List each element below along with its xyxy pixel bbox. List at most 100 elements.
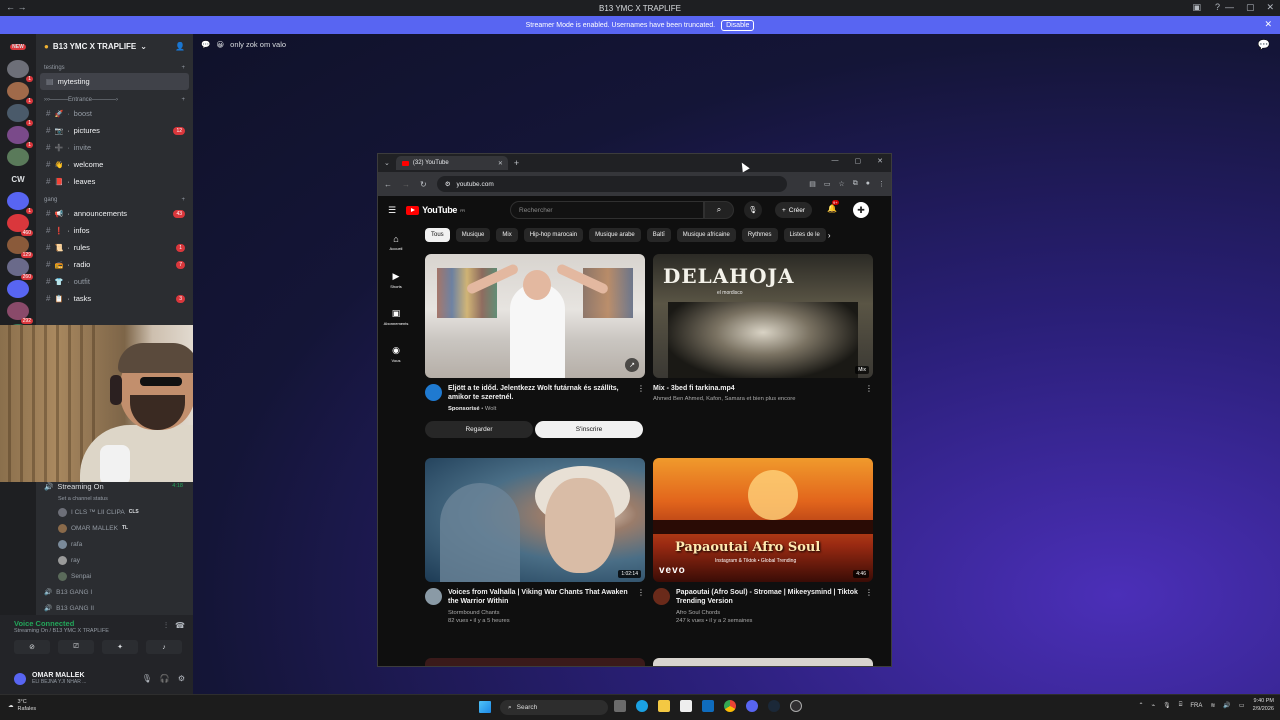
more-options-icon[interactable]: ⋮: [865, 588, 873, 597]
close-button[interactable]: ✕: [1266, 2, 1274, 13]
voice-member[interactable]: OMAR MALLEK TL: [44, 520, 193, 536]
back-arrow-icon[interactable]: ← →: [6, 2, 27, 12]
server-header[interactable]: ● B13 YMC X TRAPLIFE ⌄ 👤: [36, 34, 193, 58]
search-input[interactable]: Rechercher: [510, 201, 704, 219]
server-icon[interactable]: 1: [7, 82, 33, 104]
channel-category[interactable]: ›››———Entrance————› +: [36, 90, 193, 105]
browser-close-button[interactable]: ✕: [877, 157, 883, 165]
video-title[interactable]: Mix - 3bed fi tarkina.mp4: [653, 384, 835, 393]
voice-channel-status[interactable]: Set a channel status: [44, 494, 193, 504]
network-icon[interactable]: ⌸: [1179, 702, 1183, 709]
video-card[interactable]: 1:02:14 Voices from Valhalla | Viking Wa…: [425, 458, 645, 625]
video-title[interactable]: Voices from Valhalla | Viking War Chants…: [448, 588, 630, 607]
add-member-icon[interactable]: 👤: [175, 42, 185, 51]
forward-icon[interactable]: →: [402, 180, 410, 189]
language-indicator[interactable]: FRA: [1190, 703, 1202, 709]
filter-chip[interactable]: Mix: [496, 228, 518, 242]
search-icon[interactable]: ⌕: [704, 201, 734, 219]
filter-chip[interactable]: Listes de le: [783, 228, 826, 242]
clock[interactable]: 9:40 PM 2/9/2026: [1253, 698, 1274, 713]
create-button[interactable]: + Créer: [775, 202, 813, 218]
guide-item[interactable]: ⌂ Accueil: [378, 224, 414, 261]
filter-chip[interactable]: Tous: [425, 228, 450, 242]
video-off-button[interactable]: ⊘: [14, 640, 50, 654]
video-thumbnail-partial[interactable]: [653, 658, 873, 666]
avatar[interactable]: [14, 672, 26, 685]
channel-item[interactable]: ▤ mytesting: [40, 73, 189, 90]
filter-chip[interactable]: Musique africaine: [676, 228, 736, 242]
server-icon[interactable]: 1: [7, 126, 33, 148]
reload-icon[interactable]: ↻: [420, 180, 427, 189]
browser-minimize-button[interactable]: —: [832, 157, 839, 165]
voice-search-icon[interactable]: 🎙: [744, 201, 762, 219]
channel-avatar[interactable]: [653, 588, 670, 605]
voice-member[interactable]: ray: [44, 552, 193, 568]
discord-icon[interactable]: [746, 700, 758, 712]
edge-icon[interactable]: [636, 700, 648, 712]
extensions-icon[interactable]: ⧉: [853, 180, 858, 188]
video-thumbnail[interactable]: Papaoutai Afro Soul Instagram & Tiktok •…: [653, 458, 873, 582]
site-info-icon[interactable]: ⚙: [445, 180, 451, 188]
video-channel[interactable]: Stormbound Chants: [448, 609, 630, 617]
threads-icon[interactable]: 💬: [1258, 40, 1270, 51]
hamburger-menu-icon[interactable]: ☰: [388, 205, 396, 216]
chevron-right-icon[interactable]: ›: [828, 231, 831, 240]
inbox-icon[interactable]: ▣: [1192, 2, 1201, 13]
volume-icon[interactable]: 🔊: [1223, 702, 1230, 709]
channel-item[interactable]: # 📋 · tasks 3: [36, 290, 193, 307]
video-card[interactable]: Papaoutai Afro Soul Instagram & Tiktok •…: [653, 458, 873, 625]
add-channel-icon[interactable]: +: [181, 65, 185, 71]
disable-streamer-mode-button[interactable]: Disable: [721, 19, 755, 31]
video-thumbnail[interactable]: DELAHOJA el mordisco Mix: [653, 254, 873, 378]
guide-item[interactable]: ▣ Abonnements: [378, 298, 414, 335]
external-link-icon[interactable]: ↗: [625, 358, 639, 372]
voice-channel[interactable]: 🔊 Streaming On 4:18: [44, 478, 193, 494]
screen-share-button[interactable]: ⎚: [58, 640, 94, 654]
voice-channel[interactable]: 🔊 B13 GANG II: [44, 600, 193, 616]
server-icon[interactable]: NEW: [7, 38, 29, 56]
gear-icon[interactable]: ⚙: [178, 674, 185, 683]
filter-chip[interactable]: Hip-hop marocain: [523, 228, 584, 242]
minimize-button[interactable]: —: [1225, 2, 1234, 13]
bookmark-star-icon[interactable]: ☆: [838, 180, 844, 188]
video-channel[interactable]: Afro Soul Chords: [676, 609, 858, 617]
channel-avatar[interactable]: [425, 588, 442, 605]
video-thumbnail-partial[interactable]: [425, 658, 645, 666]
channel-avatar[interactable]: [425, 384, 442, 401]
more-options-icon[interactable]: ⋮: [637, 384, 645, 393]
wifi-icon[interactable]: ≋: [1210, 702, 1215, 709]
guide-item[interactable]: ◉ Vous: [378, 335, 414, 372]
channel-item[interactable]: # 📻 · radio 7: [36, 256, 193, 273]
chevron-up-icon[interactable]: ⌃: [1139, 702, 1144, 709]
video-card[interactable]: ↗ Eljött a te időd. Jelentkezz Wolt futá…: [425, 254, 645, 438]
close-tab-icon[interactable]: ✕: [498, 160, 503, 167]
disconnect-icon[interactable]: ☎: [175, 621, 185, 631]
kebab-menu-icon[interactable]: ⋮: [878, 180, 885, 188]
channel-item[interactable]: # 👕 · outfit: [36, 273, 193, 290]
filter-chip[interactable]: Rythmes: [741, 228, 778, 242]
channel-item[interactable]: # 📜 · rules 1: [36, 239, 193, 256]
more-options-icon[interactable]: ⋮: [865, 384, 873, 393]
guide-item[interactable]: ▶ Shorts: [378, 261, 414, 298]
watch-button[interactable]: Regarder: [425, 420, 533, 438]
add-channel-icon[interactable]: +: [181, 197, 185, 203]
microphone-icon[interactable]: 🎙: [142, 674, 152, 683]
voice-member[interactable]: I CLS ™ LII CLIPA CLS: [44, 504, 193, 520]
cast-icon[interactable]: ▭: [824, 180, 831, 188]
outlook-icon[interactable]: [702, 700, 714, 712]
video-thumbnail[interactable]: 1:02:14: [425, 458, 645, 582]
signup-button[interactable]: S'inscrire: [535, 420, 643, 438]
youtube-logo[interactable]: YouTube FR: [406, 205, 465, 215]
server-icon[interactable]: 460: [7, 214, 33, 236]
notifications-bell-icon[interactable]: 🔔 9+: [827, 200, 839, 213]
soundboard-button[interactable]: ♪: [146, 640, 182, 654]
server-icon[interactable]: 1: [7, 60, 33, 82]
channel-category[interactable]: testings +: [36, 58, 193, 73]
activities-button[interactable]: ✦: [102, 640, 138, 654]
folder-icon[interactable]: [658, 700, 670, 712]
server-icon[interactable]: 260: [7, 258, 33, 280]
steam-icon[interactable]: [768, 700, 780, 712]
browser-maximize-button[interactable]: ▢: [855, 157, 862, 165]
battery-icon[interactable]: ▭: [1239, 702, 1245, 709]
usb-icon[interactable]: ⌁: [1152, 702, 1156, 709]
